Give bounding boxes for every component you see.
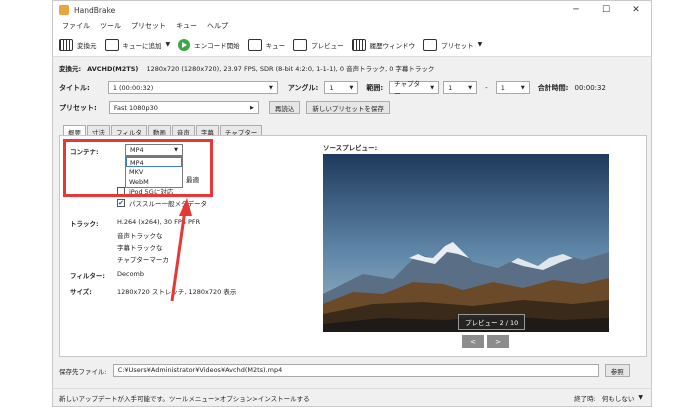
range-end-select[interactable]: 1 ▼ [495,81,530,94]
start-encode-button[interactable]: エンコード開始 [178,38,240,51]
queue-button[interactable]: キュー [247,38,285,51]
source-label: 変換元: [59,65,82,73]
menu-file[interactable]: ファイル [62,21,90,31]
window-title: HandBrake [74,5,116,15]
monitor-icon [293,38,308,51]
menu-help[interactable]: ヘルプ [207,21,228,31]
preset-row: プリセット: Fast 1080p30 ▶ 再読込 新しいプリセットを保存 [59,101,390,114]
add-to-queue-button[interactable]: キューに追加 ▼ [104,38,171,51]
log-icon [351,38,366,51]
title-label: タイトル: [59,83,90,92]
range-type-select[interactable]: チャプター ▼ [389,80,440,98]
preview-page-indicator: プレビュー 2 / 10 [458,314,526,330]
preview-button[interactable]: プレビュー [293,38,344,51]
source-info: 変換元: AVCHD(M2TS) 1280x720 (1280x720), 23.… [59,63,434,73]
preset-select[interactable]: Fast 1080p30 ▶ [108,101,259,114]
angle-label: アングル: [287,83,319,92]
reload-preset-button[interactable]: 再読込 [268,101,301,114]
save-new-preset-button[interactable]: 新しいプリセットを保存 [306,101,390,114]
maximize-button[interactable]: ☐ [591,1,621,19]
annotation-arrow [170,198,192,302]
update-message: 新しいアップデートが入手可能です。ツールメニュー>オプション>インストールする [59,394,310,403]
menu-tools[interactable]: ツール [100,21,121,31]
preset-label: プリセット: [59,103,97,112]
chevron-down-icon[interactable]: ▼ [166,41,171,48]
film-icon [59,38,73,51]
duration-label: 合計時間: [537,83,569,92]
save-as-label: 保存先ファイル: [59,367,107,376]
play-icon [178,38,191,51]
presets-icon [423,38,438,51]
summary-panel: コンテナ: MP4 ▼ MP4 MKV WebM 最適 iPod 5Gに対応 ✔ パ… [59,135,647,357]
handbrake-window: HandBrake ─ ☐ ✕ ファイル ツール プリセット キュー ヘルプ 変… [52,0,652,407]
close-button[interactable]: ✕ [621,1,651,19]
chevron-down-icon[interactable]: ▼ [638,394,643,401]
minimize-button[interactable]: ─ [561,1,591,19]
when-done-select[interactable]: 何もしない [602,393,635,403]
source-preview-image [323,154,609,332]
chevron-down-icon: ▼ [477,41,483,48]
status-bar: 新しいアップデートが入手可能です。ツールメニュー>オプション>インストールする … [53,388,651,406]
save-path-input[interactable]: C:¥Users¥Administrator¥Videos¥Avchd(M2ts… [112,364,599,377]
browse-button[interactable]: 参照 [604,364,630,377]
preview-next-button[interactable]: > [487,335,509,348]
range-start-select[interactable]: 1 ▼ [443,81,478,94]
toolbar: 変換元 キューに追加 ▼ エンコード開始 キュー プレビュー 履歴ウィンドウ プ… [53,33,651,57]
presets-button[interactable]: プリセット ▼ [423,38,483,51]
source-name: AVCHD(M2TS) [87,65,139,73]
title-bar: HandBrake ─ ☐ ✕ [53,1,651,19]
range-dash: - [485,83,488,92]
menu-queue[interactable]: キュー [176,21,197,31]
handbrake-app-icon [59,5,69,15]
title-select[interactable]: 1 (00:00:32) ▼ [107,81,278,94]
add-image-icon [104,38,119,51]
source-button[interactable]: 変換元 [59,38,97,51]
queue-icon [247,38,262,51]
title-row: タイトル: 1 (00:00:32) ▼ アングル: 1 ▼ 範囲: チャプター ▼ … [59,80,606,98]
source-preview-label: ソースプレビュー: [323,144,378,152]
activity-log-button[interactable]: 履歴ウィンドウ [351,38,415,51]
source-details: 1280x720 (1280x720), 23.97 FPS, SDR (8-b… [146,65,435,73]
menu-bar: ファイル ツール プリセット キュー ヘルプ [53,19,651,33]
angle-select[interactable]: 1 ▼ [324,81,359,94]
menu-presets[interactable]: プリセット [131,21,166,31]
preview-prev-button[interactable]: < [462,335,484,348]
when-done-label: 終了時: [574,394,596,403]
range-label: 範囲: [366,83,384,92]
save-as-row: 保存先ファイル: C:¥Users¥Administrator¥Videos¥A… [59,364,630,377]
duration-value: 00:00:32 [574,83,606,92]
